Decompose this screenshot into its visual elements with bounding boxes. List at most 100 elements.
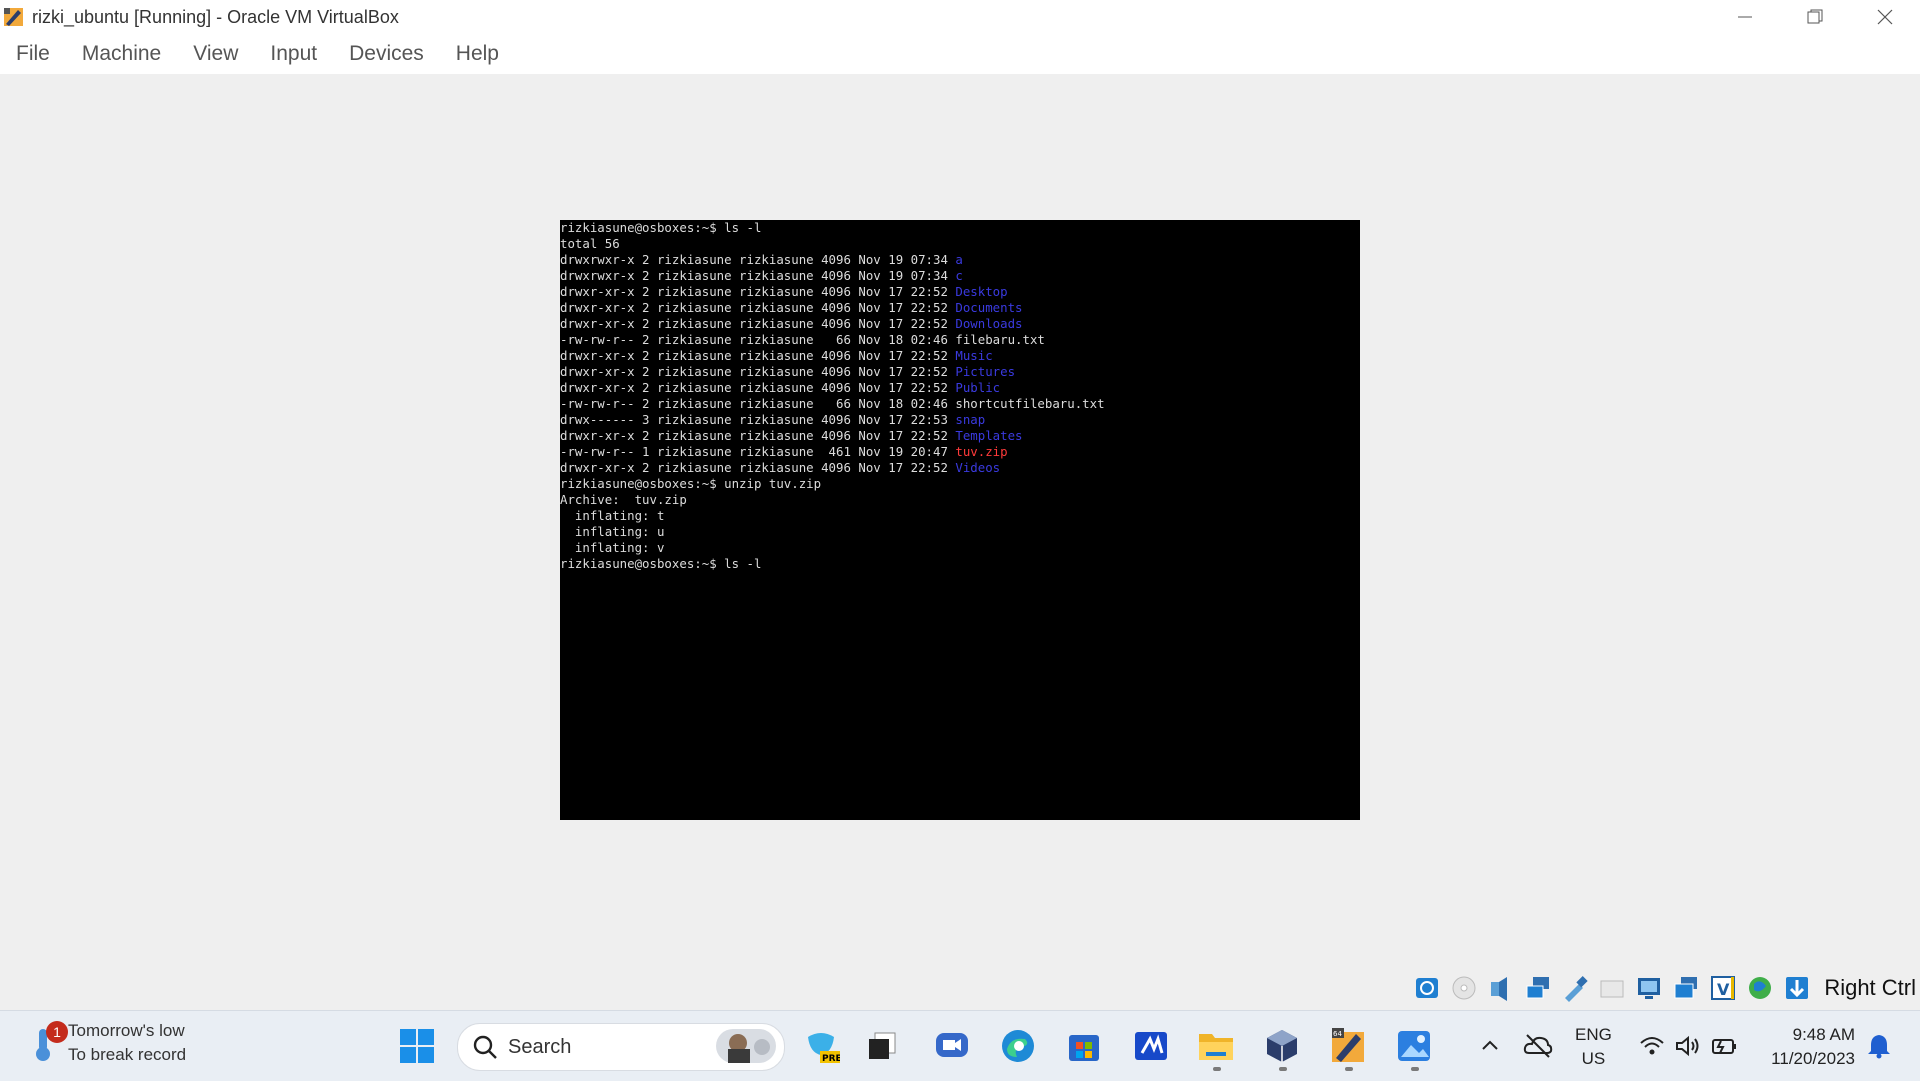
search-highlight-icon xyxy=(716,1029,776,1063)
terminal-text: inflating: u xyxy=(560,524,665,539)
terminal-line: inflating: t xyxy=(560,508,1360,524)
menu-file[interactable]: File xyxy=(0,42,66,66)
photos-button[interactable] xyxy=(1394,1026,1434,1066)
terminal-line: drwxrwxr-x 2 rizkiasune rizkiasune 4096 … xyxy=(560,252,1360,268)
shared-folders-icon[interactable] xyxy=(1596,972,1628,1004)
terminal-text: inflating: v xyxy=(560,540,665,555)
menu-devices[interactable]: Devices xyxy=(333,42,440,66)
terminal-text: drwxr-xr-x 2 rizkiasune rizkiasune 4096 … xyxy=(560,364,956,379)
file-explorer-button[interactable] xyxy=(1196,1026,1236,1066)
minimize-icon xyxy=(1738,16,1752,18)
menu-input[interactable]: Input xyxy=(254,42,333,66)
terminal-text: drwxr-xr-x 2 rizkiasune rizkiasune 4096 … xyxy=(560,460,956,475)
task-view-button[interactable] xyxy=(862,1026,902,1066)
directory-name: Music xyxy=(955,348,993,363)
terminal-line: drwxr-xr-x 2 rizkiasune rizkiasune 4096 … xyxy=(560,316,1360,332)
terminal-text: rizkiasune@osboxes:~$ ls -l xyxy=(560,220,762,235)
mouse-integration-icon[interactable] xyxy=(1781,972,1813,1004)
notifications-button[interactable] xyxy=(1859,1026,1899,1066)
virtualbox-vm-icon: 64 xyxy=(1332,1028,1364,1062)
edge-button[interactable] xyxy=(998,1026,1038,1066)
guest-additions-icon[interactable]: V xyxy=(1707,972,1739,1004)
virtualbox-button[interactable] xyxy=(1262,1026,1302,1066)
terminal-text: drwxrwxr-x 2 rizkiasune rizkiasune 4096 … xyxy=(560,268,956,283)
weather-widget[interactable]: 1 Tomorrow's low To break record xyxy=(30,1019,186,1067)
terminal-line: inflating: u xyxy=(560,524,1360,540)
lang-line-2: US xyxy=(1581,1049,1606,1068)
show-hidden-icons-button[interactable] xyxy=(1470,1026,1510,1066)
vscode-button[interactable] xyxy=(1131,1026,1171,1066)
battery-button[interactable] xyxy=(1705,1026,1745,1066)
taskbar-search[interactable]: Search xyxy=(457,1023,785,1071)
terminal-text: Archive: tuv.zip xyxy=(560,492,687,507)
file-explorer-icon xyxy=(1199,1034,1233,1060)
terminal-text: drwx------ 3 rizkiasune rizkiasune 4096 … xyxy=(560,412,956,427)
wifi-icon xyxy=(1640,1037,1664,1055)
vscode-icon xyxy=(1135,1032,1167,1060)
network-icon[interactable] xyxy=(1522,972,1554,1004)
start-button[interactable] xyxy=(397,1026,437,1066)
window-title: rizki_ubuntu [Running] - Oracle VM Virtu… xyxy=(32,6,399,27)
restore-button[interactable] xyxy=(1780,0,1850,34)
terminal-line: inflating: v xyxy=(560,540,1360,556)
vm-status-bar: V Right Ctrl xyxy=(1411,968,1920,1008)
terminal-line: total 56 xyxy=(560,236,1360,252)
meet-button[interactable] xyxy=(932,1026,972,1066)
terminal-line: drwxr-xr-x 2 rizkiasune rizkiasune 4096 … xyxy=(560,348,1360,364)
copilot-preview-button[interactable]: PRE xyxy=(801,1026,841,1066)
terminal-line: drwxr-xr-x 2 rizkiasune rizkiasune 4096 … xyxy=(560,380,1360,396)
onedrive-offline-button[interactable] xyxy=(1518,1026,1558,1066)
taskbar-clock[interactable]: 9:48 AM 11/20/2023 xyxy=(1755,1023,1855,1071)
terminal-line: rizkiasune@osboxes:~$ ls -l xyxy=(560,556,1360,572)
directory-name: Documents xyxy=(955,300,1023,315)
window-titlebar: rizki_ubuntu [Running] - Oracle VM Virtu… xyxy=(0,0,1920,34)
terminal-text: inflating: t xyxy=(560,508,665,523)
usb-icon[interactable] xyxy=(1559,972,1591,1004)
recording-icon[interactable] xyxy=(1670,972,1702,1004)
terminal-line: drwxr-xr-x 2 rizkiasune rizkiasune 4096 … xyxy=(560,284,1360,300)
virtualbox-app-icon xyxy=(2,5,26,29)
task-view-icon xyxy=(869,1032,896,1059)
terminal-text: -rw-rw-r-- 1 rizkiasune rizkiasune 461 N… xyxy=(560,444,956,459)
menu-help[interactable]: Help xyxy=(440,42,515,66)
terminal-line: drwxr-xr-x 2 rizkiasune rizkiasune 4096 … xyxy=(560,428,1360,444)
menu-view[interactable]: View xyxy=(177,42,254,66)
lang-line-1: ENG xyxy=(1575,1025,1612,1044)
weather-line-1: Tomorrow's low xyxy=(68,1021,185,1040)
cpu-execution-icon[interactable] xyxy=(1744,972,1776,1004)
thermometer-icon: 1 xyxy=(30,1021,68,1063)
terminal-text: -rw-rw-r-- 2 rizkiasune rizkiasune 66 No… xyxy=(560,396,1105,411)
close-icon xyxy=(1877,9,1893,25)
directory-name: Desktop xyxy=(955,284,1008,299)
volume-button[interactable] xyxy=(1668,1026,1708,1066)
virtualbox-vm-button[interactable]: 64 xyxy=(1328,1026,1368,1066)
archive-file-name: tuv.zip xyxy=(955,444,1008,459)
directory-name: Pictures xyxy=(955,364,1016,379)
input-language-indicator[interactable]: ENG US xyxy=(1575,1023,1612,1071)
optical-drive-icon[interactable] xyxy=(1448,972,1480,1004)
directory-name: c xyxy=(955,268,963,283)
display-icon[interactable] xyxy=(1633,972,1665,1004)
terminal-text: drwxr-xr-x 2 rizkiasune rizkiasune 4096 … xyxy=(560,300,956,315)
terminal-text: rizkiasune@osboxes:~$ ls -l xyxy=(560,556,762,571)
wifi-button[interactable] xyxy=(1632,1026,1672,1066)
clock-date: 11/20/2023 xyxy=(1771,1049,1855,1068)
minimize-button[interactable] xyxy=(1710,0,1780,34)
close-button[interactable] xyxy=(1850,0,1920,34)
directory-name: snap xyxy=(955,412,986,427)
terminal-text: drwxr-xr-x 2 rizkiasune rizkiasune 4096 … xyxy=(560,428,956,443)
guest-terminal-screen[interactable]: rizkiasune@osboxes:~$ ls -l total 56 drwxr… xyxy=(560,220,1360,820)
directory-name: a xyxy=(955,252,963,267)
chevron-up-icon xyxy=(1482,1040,1498,1050)
audio-icon[interactable] xyxy=(1485,972,1517,1004)
hard-disk-icon[interactable] xyxy=(1411,972,1443,1004)
terminal-line: rizkiasune@osboxes:~$ unzip tuv.zip xyxy=(560,476,1360,492)
photos-icon xyxy=(1398,1031,1430,1061)
terminal-line: drwxr-xr-x 2 rizkiasune rizkiasune 4096 … xyxy=(560,300,1360,316)
cloud-off-icon xyxy=(1523,1034,1553,1058)
directory-name: Templates xyxy=(955,428,1023,443)
menu-machine[interactable]: Machine xyxy=(66,42,177,66)
terminal-line: -rw-rw-r-- 2 rizkiasune rizkiasune 66 No… xyxy=(560,396,1360,412)
store-button[interactable] xyxy=(1064,1026,1104,1066)
menu-bar: File Machine View Input Devices Help xyxy=(0,34,1920,74)
